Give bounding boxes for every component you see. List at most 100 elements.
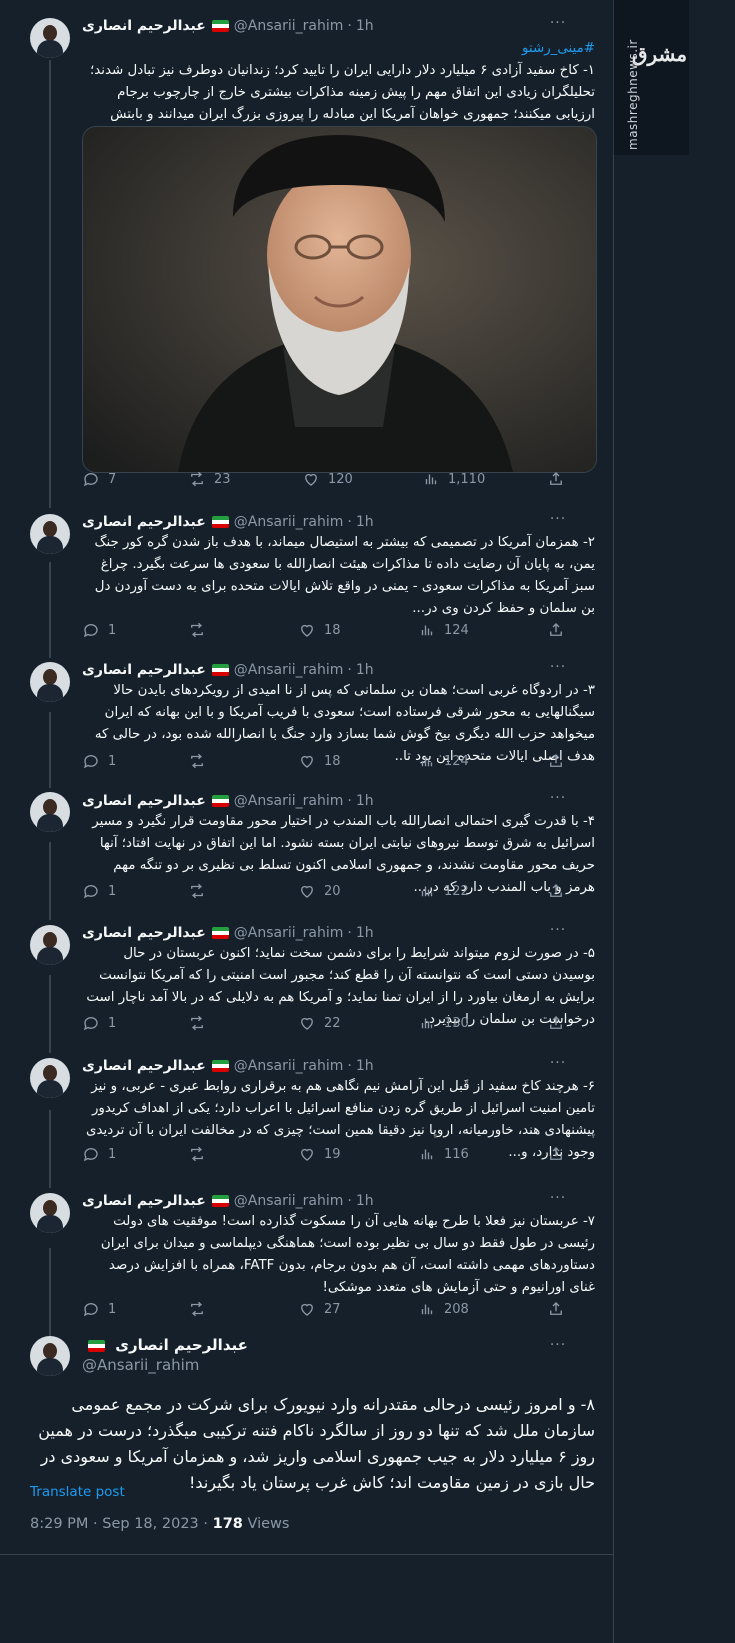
- author-name[interactable]: عبدالرحیم انصاری: [115, 1336, 248, 1354]
- portrait-photo: [83, 127, 596, 472]
- reply-icon: [83, 885, 98, 899]
- post-date[interactable]: Sep 18, 2023: [102, 1516, 199, 1532]
- reply-button[interactable]: 1: [82, 1014, 116, 1032]
- tweet-header: عبدالرحیم انصاری @Ansarii_rahim · 1h: [82, 1056, 568, 1076]
- heart-icon: [301, 1303, 313, 1316]
- more-options-icon[interactable]: ···: [548, 512, 568, 532]
- like-count: 19: [324, 1146, 341, 1162]
- thread-tweet-3[interactable]: عبدالرحیم انصاری @Ansarii_rahim · 1h ···…: [0, 658, 613, 788]
- avatar[interactable]: [30, 792, 70, 832]
- author-name[interactable]: عبدالرحیم انصاری: [82, 514, 206, 530]
- post-time[interactable]: 8:29 PM: [30, 1516, 88, 1532]
- like-button[interactable]: 19: [298, 1145, 341, 1163]
- thread-tweet-6[interactable]: عبدالرحیم انصاری @Ansarii_rahim · 1h ···…: [0, 1053, 613, 1188]
- retweet-button[interactable]: [188, 752, 214, 770]
- views-button[interactable]: 116: [418, 1145, 469, 1163]
- views-button[interactable]: 124: [418, 621, 469, 639]
- author-handle[interactable]: @Ansarii_rahim: [234, 662, 344, 678]
- more-options-icon[interactable]: ···: [548, 1056, 568, 1076]
- avatar[interactable]: [30, 1193, 70, 1233]
- views-button[interactable]: 1,110: [422, 470, 485, 488]
- author-handle[interactable]: @Ansarii_rahim: [234, 1058, 344, 1074]
- author-handle[interactable]: @Ansarii_rahim: [234, 18, 344, 34]
- reply-button[interactable]: 1: [82, 1145, 116, 1163]
- like-button[interactable]: 22: [298, 1014, 341, 1032]
- like-button[interactable]: 18: [298, 752, 341, 770]
- tweet-header: عبدالرحیم انصاری @Ansarii_rahim · 1h: [82, 1191, 568, 1211]
- views-button[interactable]: 130: [418, 1014, 469, 1032]
- avatar[interactable]: [30, 1336, 70, 1376]
- tweet-time[interactable]: 1h: [356, 925, 374, 941]
- avatar[interactable]: [30, 925, 70, 965]
- author-name[interactable]: عبدالرحیم انصاری: [82, 18, 206, 34]
- more-options-icon[interactable]: ···: [548, 16, 568, 36]
- reply-icon: [83, 1017, 98, 1031]
- reply-button[interactable]: 1: [82, 621, 116, 639]
- retweet-button[interactable]: [188, 882, 214, 900]
- tweet-time[interactable]: 1h: [356, 18, 374, 34]
- views-button[interactable]: 122: [418, 882, 469, 900]
- tweet-time[interactable]: 1h: [356, 662, 374, 678]
- reply-button[interactable]: 7: [82, 470, 116, 488]
- thread-tweet-1[interactable]: عبدالرحیم انصاری @Ansarii_rahim · 1h ···…: [0, 0, 613, 508]
- share-icon: [550, 1147, 562, 1160]
- separator-dot: ·: [203, 1516, 208, 1532]
- share-button[interactable]: [547, 1014, 565, 1032]
- like-button[interactable]: 20: [298, 882, 341, 900]
- share-button[interactable]: [547, 621, 565, 639]
- like-button[interactable]: 120: [302, 470, 353, 488]
- retweet-button[interactable]: [188, 621, 214, 639]
- more-options-icon[interactable]: ···: [548, 660, 568, 680]
- author-handle[interactable]: @Ansarii_rahim: [234, 1193, 344, 1209]
- thread-tweet-5[interactable]: عبدالرحیم انصاری @Ansarii_rahim · 1h ···…: [0, 920, 613, 1053]
- retweet-button[interactable]: [188, 1014, 214, 1032]
- views-button[interactable]: 208: [418, 1300, 469, 1318]
- tweet-photo[interactable]: [82, 126, 597, 473]
- thread-tweet-7[interactable]: عبدالرحیم انصاری @Ansarii_rahim · 1h ···…: [0, 1188, 613, 1336]
- share-button[interactable]: [547, 882, 565, 900]
- more-options-icon[interactable]: ···: [548, 1338, 568, 1358]
- views-count: 124: [444, 622, 469, 638]
- share-button[interactable]: [547, 752, 565, 770]
- author-name[interactable]: عبدالرحیم انصاری: [82, 1058, 206, 1074]
- author-handle[interactable]: @Ansarii_rahim: [234, 925, 344, 941]
- avatar[interactable]: [30, 662, 70, 702]
- retweet-button[interactable]: [188, 1145, 214, 1163]
- author-name[interactable]: عبدالرحیم انصاری: [82, 793, 206, 809]
- share-button[interactable]: [547, 1300, 565, 1318]
- share-button[interactable]: [547, 1145, 565, 1163]
- more-options-icon[interactable]: ···: [548, 923, 568, 943]
- focused-tweet[interactable]: عبدالرحیم انصاری @Ansarii_rahim ··· ۸- و…: [0, 1336, 613, 1643]
- hashtag-link[interactable]: #مینی_رشتو: [82, 38, 595, 60]
- retweet-button[interactable]: [188, 1300, 214, 1318]
- tweet-time[interactable]: 1h: [356, 793, 374, 809]
- like-button[interactable]: 27: [298, 1300, 341, 1318]
- author-name[interactable]: عبدالرحیم انصاری: [82, 925, 206, 941]
- avatar[interactable]: [30, 1058, 70, 1098]
- author-name[interactable]: عبدالرحیم انصاری: [82, 1193, 206, 1209]
- like-button[interactable]: 18: [298, 621, 341, 639]
- more-options-icon[interactable]: ···: [548, 791, 568, 811]
- separator-dot: ·: [347, 18, 352, 34]
- more-options-icon[interactable]: ···: [548, 1191, 568, 1211]
- tweet-time[interactable]: 1h: [356, 1058, 374, 1074]
- views-chart-icon: [421, 756, 433, 767]
- thread-tweet-2[interactable]: عبدالرحیم انصاری @Ansarii_rahim · 1h ···…: [0, 508, 613, 658]
- share-button[interactable]: [547, 470, 565, 488]
- reply-button[interactable]: 1: [82, 752, 116, 770]
- reply-button[interactable]: 1: [82, 1300, 116, 1318]
- author-handle[interactable]: @Ansarii_rahim: [234, 514, 344, 530]
- author-name[interactable]: عبدالرحیم انصاری: [82, 662, 206, 678]
- retweet-button[interactable]: 23: [188, 470, 231, 488]
- tweet-time[interactable]: 1h: [356, 514, 374, 530]
- iran-flag-icon: [211, 20, 229, 32]
- thread-tweet-4[interactable]: عبدالرحیم انصاری @Ansarii_rahim · 1h ···…: [0, 788, 613, 920]
- translate-post-link[interactable]: Translate post: [30, 1484, 125, 1500]
- author-handle[interactable]: @Ansarii_rahim: [82, 1356, 199, 1374]
- author-handle[interactable]: @Ansarii_rahim: [234, 793, 344, 809]
- tweet-time[interactable]: 1h: [356, 1193, 374, 1209]
- avatar[interactable]: [30, 514, 70, 554]
- views-button[interactable]: 124: [418, 752, 469, 770]
- reply-button[interactable]: 1: [82, 882, 116, 900]
- avatar[interactable]: [30, 18, 70, 58]
